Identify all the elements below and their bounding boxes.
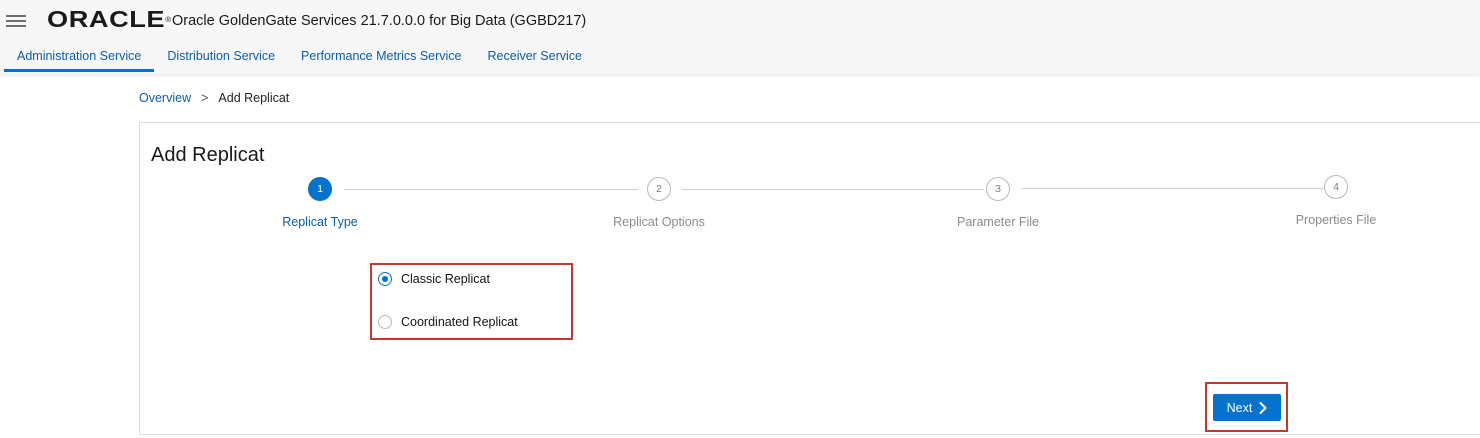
replicat-type-options-highlight: Classic Replicat Coordinated Replicat [370, 263, 573, 340]
next-button-highlight: Next [1205, 382, 1288, 432]
classic-replicat-option[interactable]: Classic Replicat [378, 272, 490, 286]
registered-mark: ® [165, 17, 172, 24]
service-tabs: Administration Service Distribution Serv… [4, 44, 595, 74]
step-1-label[interactable]: Replicat Type [282, 215, 358, 229]
classic-replicat-label: Classic Replicat [401, 272, 490, 286]
step-4-circle[interactable]: 4 [1324, 175, 1348, 199]
step-3-label[interactable]: Parameter File [957, 215, 1039, 229]
chevron-right-icon [1259, 401, 1267, 414]
tab-administration-service[interactable]: Administration Service [4, 44, 155, 72]
hamburger-menu-icon[interactable] [6, 12, 28, 28]
step-2-circle[interactable]: 2 [647, 177, 671, 201]
add-replicat-panel: Add Replicat 1 2 3 4 Replicat Type Repli… [139, 122, 1480, 435]
logo-text: ORACLE [47, 6, 166, 32]
step-4-label[interactable]: Properties File [1296, 213, 1377, 227]
train-connector-2-3 [682, 189, 984, 190]
page-title: Add Replicat [151, 144, 265, 166]
train-connector-1-2 [344, 189, 638, 190]
coordinated-replicat-radio[interactable] [378, 315, 392, 329]
coordinated-replicat-option[interactable]: Coordinated Replicat [378, 315, 518, 329]
tab-performance-metrics-service[interactable]: Performance Metrics Service [288, 44, 474, 72]
next-button[interactable]: Next [1213, 394, 1281, 421]
step-3-circle[interactable]: 3 [986, 177, 1010, 201]
next-button-label: Next [1226, 400, 1253, 415]
step-1-circle[interactable]: 1 [308, 177, 332, 201]
oracle-logo: ORACLE® [47, 7, 172, 31]
coordinated-replicat-label: Coordinated Replicat [401, 315, 518, 329]
train-connector-3-4 [1022, 188, 1324, 189]
tab-receiver-service[interactable]: Receiver Service [475, 44, 595, 72]
classic-replicat-radio[interactable] [378, 272, 392, 286]
breadcrumb-separator: > [201, 91, 209, 105]
step-2-label[interactable]: Replicat Options [613, 215, 705, 229]
tab-distribution-service[interactable]: Distribution Service [154, 44, 288, 72]
breadcrumb-overview-link[interactable]: Overview [139, 91, 191, 105]
breadcrumb-current: Add Replicat [218, 91, 290, 105]
breadcrumb: Overview > Add Replicat [139, 90, 289, 106]
top-header: ORACLE® Oracle GoldenGate Services 21.7.… [0, 0, 1480, 74]
app-title: Oracle GoldenGate Services 21.7.0.0.0 fo… [172, 13, 587, 29]
